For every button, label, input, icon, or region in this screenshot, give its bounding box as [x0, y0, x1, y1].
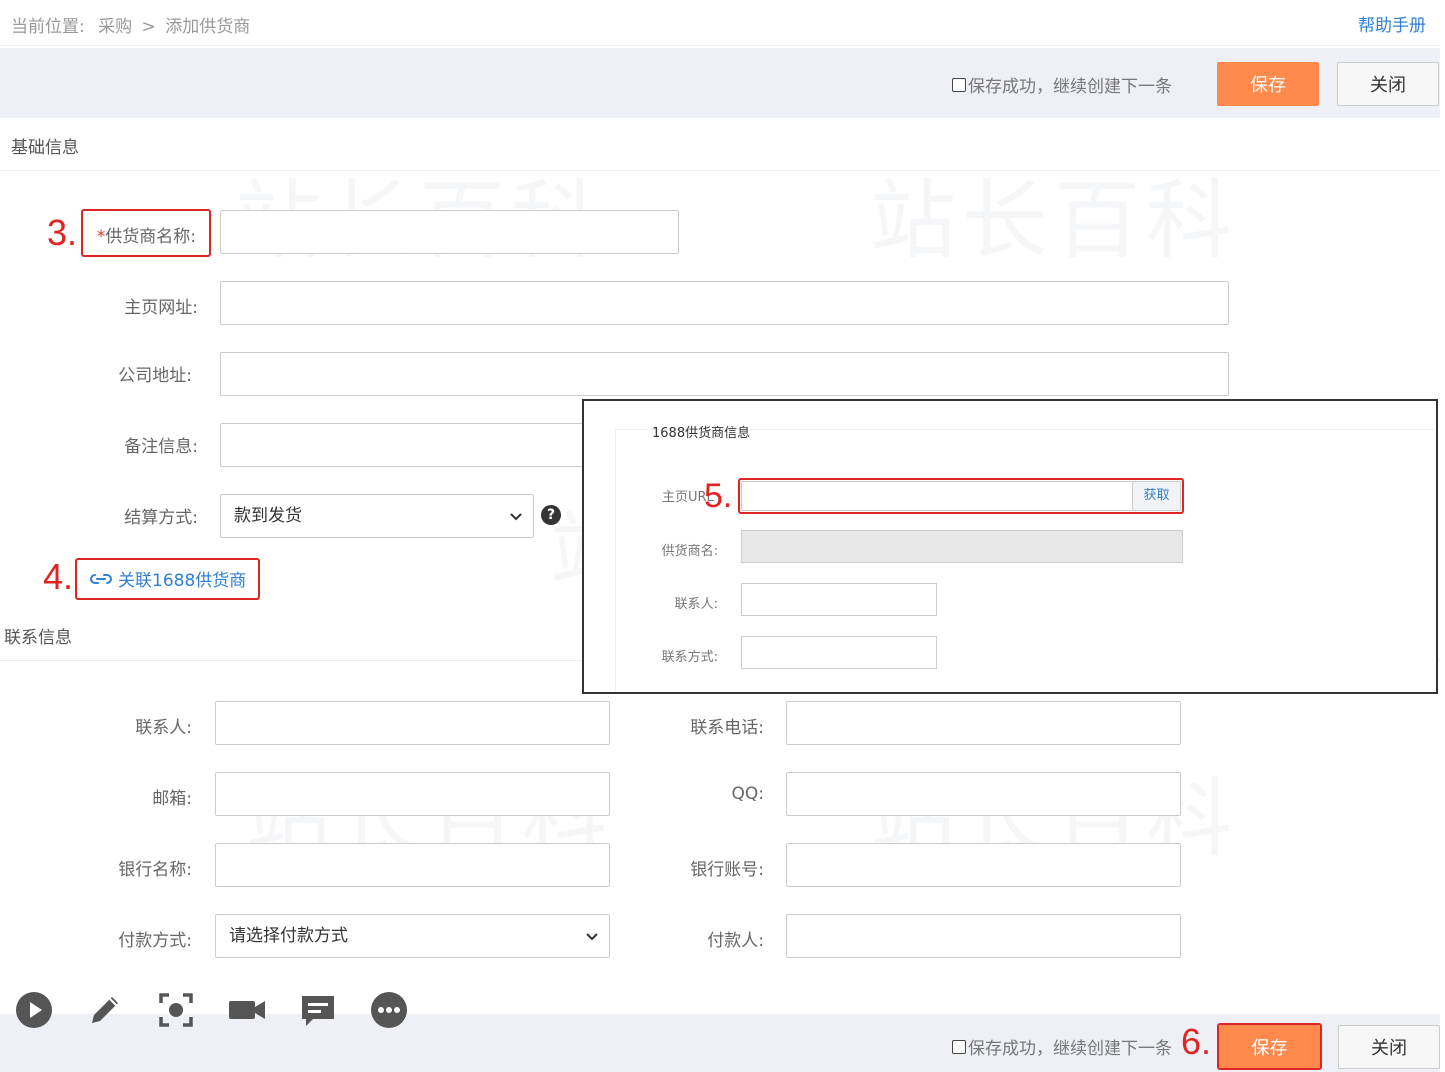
- email-input[interactable]: [215, 772, 610, 816]
- section-divider: [0, 170, 1440, 171]
- qq-input[interactable]: [786, 772, 1181, 816]
- payer-label: 付款人:: [707, 931, 764, 951]
- settlement-selected: 款到发货: [234, 506, 302, 526]
- continue-create-label: 保存成功，继续创建下一条: [968, 1039, 1172, 1059]
- video-camera-icon[interactable]: [227, 990, 267, 1030]
- top-bar: 当前位置: 采购 > 添加供货商 帮助手册: [0, 0, 1440, 46]
- email-label: 邮箱:: [152, 789, 192, 809]
- popup-supplier-name-label: 供货商名:: [661, 544, 718, 559]
- popup-contact-method-input[interactable]: [741, 636, 937, 669]
- breadcrumb: 当前位置: 采购 > 添加供货商: [11, 12, 250, 37]
- popup-homepage-url-input[interactable]: 获取: [741, 481, 1181, 511]
- bank-account-input[interactable]: [786, 843, 1181, 887]
- floating-toolbar: [14, 990, 440, 1030]
- link-1688-supplier[interactable]: 关联1688供货商: [89, 566, 246, 591]
- comment-icon[interactable]: [298, 990, 338, 1030]
- watermark: 站长百科: [870, 171, 1238, 271]
- payment-method-select[interactable]: 请选择付款方式: [215, 914, 610, 958]
- close-button[interactable]: 关闭: [1338, 1025, 1440, 1069]
- popup-divider: [615, 429, 616, 691]
- breadcrumb-purchase[interactable]: 采购: [98, 17, 132, 37]
- basic-info-title: 基础信息: [11, 138, 79, 158]
- continue-create-checkbox[interactable]: 保存成功，继续创建下一条: [952, 72, 1172, 97]
- play-icon[interactable]: [14, 990, 54, 1030]
- annotation-step-6: 6.: [1181, 1021, 1212, 1062]
- bank-name-label: 银行名称:: [118, 860, 192, 880]
- contact-info-title: 联系信息: [4, 628, 72, 648]
- close-button[interactable]: 关闭: [1337, 62, 1439, 106]
- popup-1688-supplier: 1688供货商信息 主页URL 5. 获取 供货商名: 联系人: 联系方式:: [582, 399, 1438, 694]
- contact-phone-input[interactable]: [786, 701, 1181, 745]
- breadcrumb-current: 添加供货商: [165, 17, 251, 37]
- contact-person-label: 联系人:: [135, 718, 192, 738]
- popup-supplier-name-input: [741, 530, 1183, 563]
- popup-contact-method-label: 联系方式:: [661, 650, 718, 665]
- required-mark: *: [96, 227, 106, 247]
- payment-method-label: 付款方式:: [118, 931, 192, 951]
- checkbox-box[interactable]: [952, 77, 966, 92]
- address-label: 公司地址:: [118, 366, 192, 386]
- screenshot-icon[interactable]: [156, 990, 196, 1030]
- supplier-name-label-text: 供货商名称:: [105, 227, 196, 247]
- payer-input[interactable]: [786, 914, 1181, 958]
- save-button[interactable]: 保存: [1217, 62, 1319, 106]
- annotation-step-5: 5.: [704, 477, 733, 515]
- top-action-bar: 保存成功，继续创建下一条 保存 关闭: [0, 48, 1440, 118]
- breadcrumb-prefix: 当前位置:: [11, 17, 85, 37]
- chevron-down-icon: [510, 513, 522, 521]
- pencil-icon[interactable]: [85, 990, 125, 1030]
- bank-name-input[interactable]: [215, 843, 610, 887]
- supplier-name-input[interactable]: [220, 210, 679, 254]
- qq-label: QQ:: [731, 784, 765, 804]
- popup-contact-person-label: 联系人:: [674, 597, 718, 612]
- annotation-step-3: 3.: [47, 212, 78, 253]
- checkbox-box[interactable]: [952, 1039, 966, 1054]
- save-button[interactable]: 保存: [1219, 1025, 1320, 1068]
- fetch-button[interactable]: 获取: [1132, 482, 1180, 510]
- annotation-step-4: 4.: [43, 556, 74, 597]
- address-input[interactable]: [220, 352, 1229, 396]
- remarks-label: 备注信息:: [124, 437, 198, 457]
- homepage-label: 主页网址:: [124, 298, 198, 318]
- continue-create-label: 保存成功，继续创建下一条: [968, 77, 1172, 97]
- link-icon: [90, 573, 112, 584]
- supplier-name-label: *供货商名称:: [86, 222, 196, 247]
- question-icon[interactable]: ?: [541, 505, 561, 525]
- settlement-select[interactable]: 款到发货: [220, 494, 534, 538]
- link-1688-label: 关联1688供货商: [118, 571, 247, 591]
- continue-create-checkbox[interactable]: 保存成功，继续创建下一条: [952, 1034, 1172, 1059]
- bank-account-label: 银行账号:: [690, 860, 764, 880]
- popup-contact-person-input[interactable]: [741, 583, 937, 616]
- more-icon[interactable]: [369, 990, 409, 1030]
- payment-method-selected: 请选择付款方式: [229, 926, 348, 946]
- chevron-down-icon: [586, 933, 598, 941]
- breadcrumb-separator: >: [141, 17, 156, 37]
- contact-phone-label: 联系电话:: [690, 718, 764, 738]
- homepage-input[interactable]: [220, 281, 1229, 325]
- settlement-label: 结算方式:: [124, 508, 198, 528]
- popup-title: 1688供货商信息: [652, 426, 751, 441]
- help-manual-link[interactable]: 帮助手册: [1358, 11, 1426, 36]
- contact-person-input[interactable]: [215, 701, 610, 745]
